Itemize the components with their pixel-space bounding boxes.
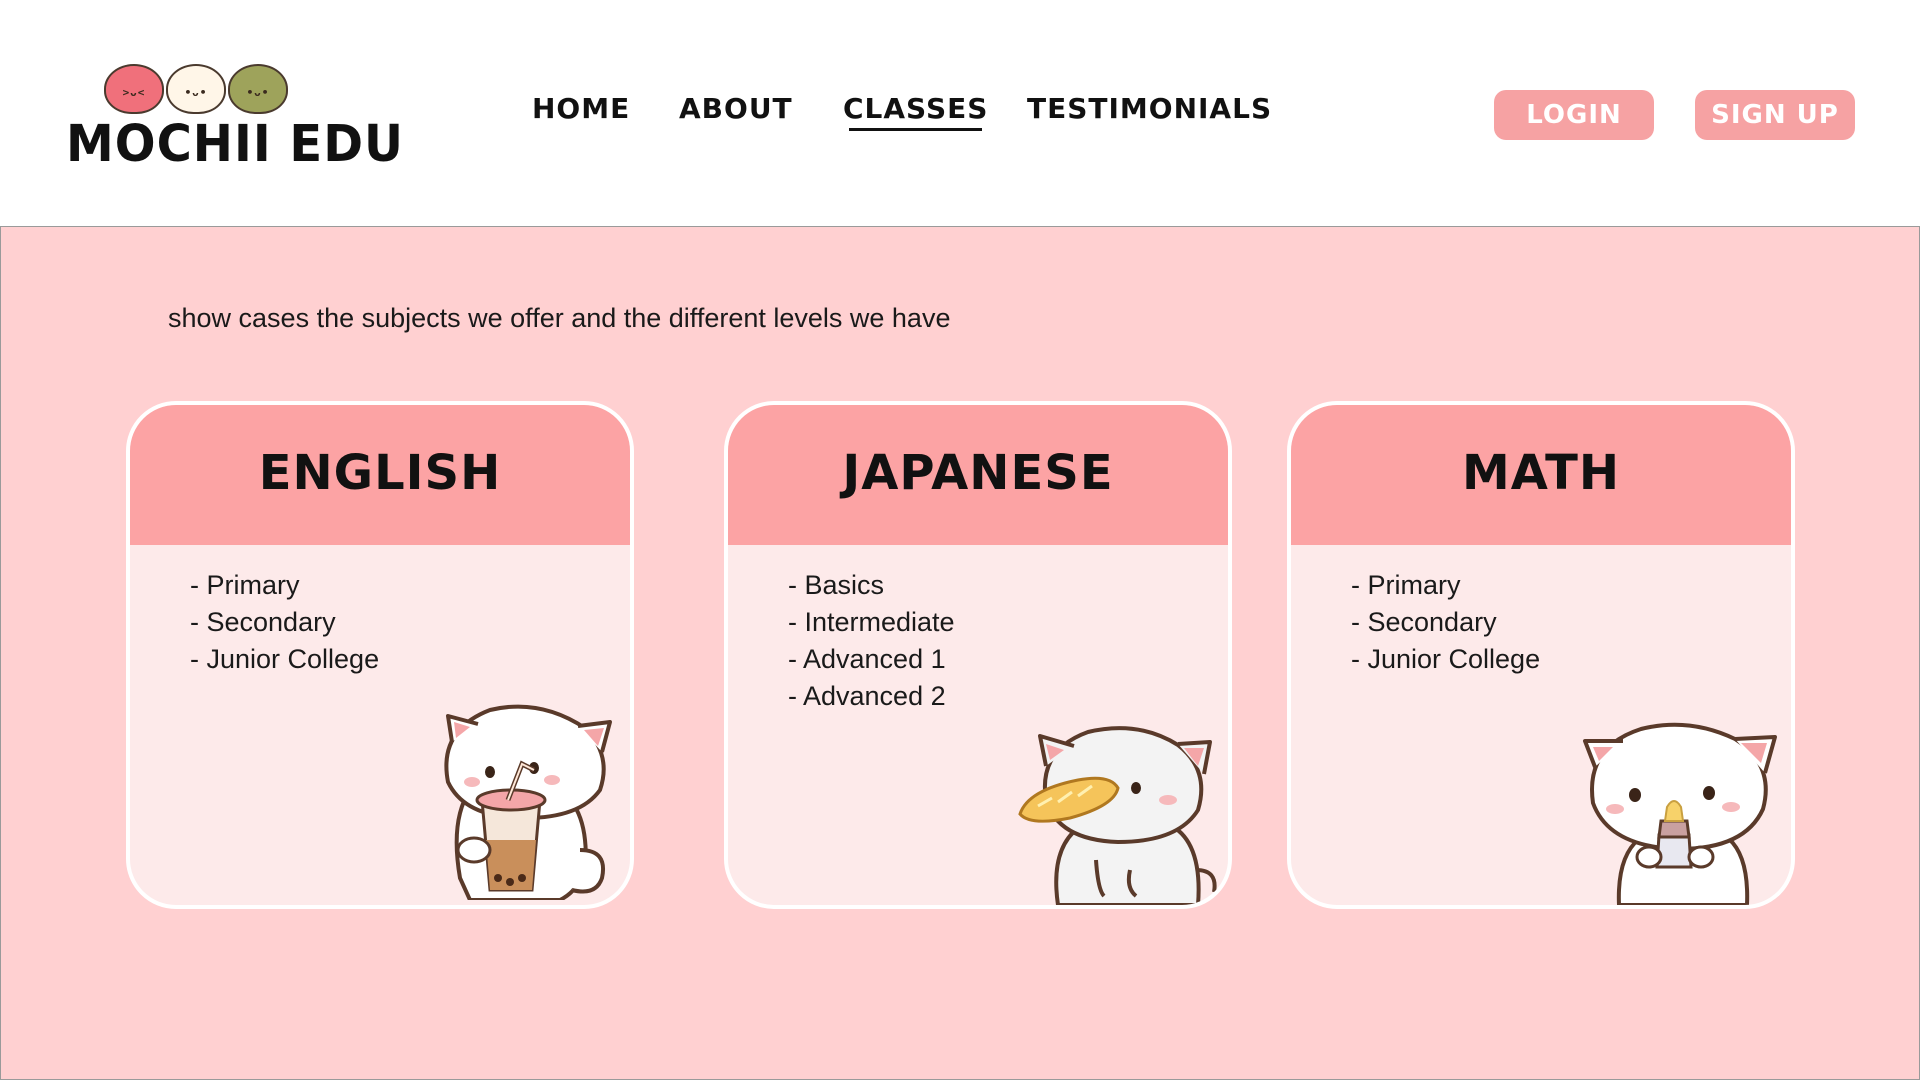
header: >ᴗ< •ᴗ• •ᴗ• MOCHII EDU HOME ABOUT CLASSE… [0, 0, 1920, 226]
nav-about[interactable]: ABOUT [679, 92, 793, 125]
level-item: - Basics [788, 570, 885, 600]
level-item: - Secondary [190, 607, 336, 637]
nav-classes[interactable]: CLASSES [843, 92, 988, 131]
level-list: - Primary - Secondary - Junior College [1351, 567, 1540, 678]
cat-with-bottle-icon [1583, 722, 1777, 905]
card-header: ENGLISH [130, 405, 630, 545]
subject-card-math[interactable]: MATH - Primary - Secondary - Junior Coll… [1287, 401, 1795, 909]
level-list: - Primary - Secondary - Junior College [190, 567, 379, 678]
level-item: - Secondary [1351, 607, 1497, 637]
level-item: - Junior College [1351, 644, 1541, 674]
green-mochi-icon: •ᴗ• [228, 64, 288, 114]
cat-drinking-boba-icon [444, 704, 612, 900]
level-item: - Primary [1351, 570, 1461, 600]
cat-eating-bread-icon [1018, 726, 1217, 905]
classes-section: show cases the subjects we offer and the… [0, 226, 1920, 1080]
mochi-mascots: >ᴗ< •ᴗ• •ᴗ• [104, 60, 304, 118]
pink-mochi-icon: >ᴗ< [104, 64, 164, 114]
white-mochi-icon: •ᴗ• [166, 64, 226, 114]
card-title: JAPANESE [842, 445, 1114, 501]
card-title: MATH [1461, 445, 1621, 501]
login-button[interactable]: LOGIN [1494, 90, 1654, 140]
nav-testimonials[interactable]: TESTIMONIALS [1027, 92, 1272, 125]
level-item: - Advanced 1 [788, 644, 946, 674]
level-item: - Junior College [190, 644, 380, 674]
brand-logo[interactable]: >ᴗ< •ᴗ• •ᴗ• MOCHII EDU [66, 60, 403, 180]
sign-up-button[interactable]: SIGN UP [1695, 90, 1855, 140]
section-intro: show cases the subjects we offer and the… [168, 303, 951, 333]
mochi-face: •ᴗ• [246, 86, 270, 99]
level-item: - Intermediate [788, 607, 955, 637]
subject-card-japanese[interactable]: JAPANESE - Basics - Intermediate - Advan… [724, 401, 1232, 909]
card-title: ENGLISH [258, 445, 502, 501]
card-header: JAPANESE [728, 405, 1228, 545]
card-header: MATH [1291, 405, 1791, 545]
subject-card-english[interactable]: ENGLISH - Primary - Secondary - Junior C… [126, 401, 634, 909]
brand-name: MOCHII EDU [66, 114, 405, 174]
level-item: - Primary [190, 570, 300, 600]
mochi-face: >ᴗ< [122, 86, 146, 99]
level-item: - Advanced 2 [788, 681, 946, 711]
level-list: - Basics - Intermediate - Advanced 1 - A… [788, 567, 955, 715]
nav-home[interactable]: HOME [532, 92, 630, 125]
mochi-face: •ᴗ• [184, 86, 208, 99]
